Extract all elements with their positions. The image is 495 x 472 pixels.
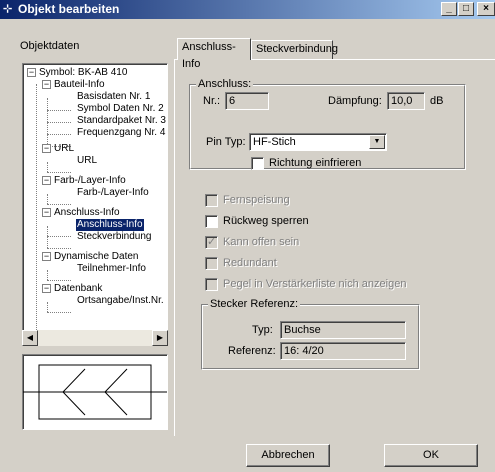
tab-steckverbindung[interactable]: Steckverbindung [251, 40, 338, 60]
scroll-left-button[interactable]: ◀ [22, 330, 38, 346]
tree-horizontal-scrollbar[interactable]: ◀ ▶ [22, 330, 168, 346]
tree-item-url[interactable]: URL [77, 155, 97, 167]
tab-panel: Anschluss: Nr.: 6 Dämpfung: 10,0 dB Pin … [174, 59, 495, 436]
referenz-field: 16: 4/20 [280, 342, 406, 360]
rueckweg-label: Rückweg sperren [223, 215, 309, 227]
tree-item-farb-layer-group[interactable]: Farb-/Layer-Info [54, 175, 126, 187]
tree-item-frequenzgang[interactable]: Frequenzgang Nr. 4 [77, 127, 165, 139]
tab-anschluss-info[interactable]: Anschluss-Info [177, 38, 251, 70]
nr-label: Nr.: [203, 95, 221, 107]
tree-item-farb-layer[interactable]: Farb-/Layer-Info [77, 187, 149, 199]
objektdaten-label: Objektdaten [20, 40, 80, 52]
pin-typ-label: Pin Typ: [206, 136, 246, 148]
redundant-label: Redundant [223, 257, 277, 269]
redundant-checkbox[interactable] [205, 257, 218, 270]
tree-item-datenbank[interactable]: Datenbank [54, 283, 102, 295]
fernspeisung-checkbox[interactable] [205, 194, 218, 207]
amplifier-symbol-icon [23, 364, 167, 420]
tree-item-url-group[interactable]: URL [54, 143, 74, 155]
app-icon: ⊹ [3, 3, 13, 15]
collapse-toggle[interactable]: − [42, 284, 51, 293]
tree-item-anschluss-info[interactable]: Anschluss-Info [76, 219, 144, 231]
referenz-label: Referenz: [228, 345, 276, 357]
anschluss-group-title: Anschluss: [196, 78, 254, 90]
collapse-toggle[interactable]: − [42, 80, 51, 89]
close-button[interactable]: × [477, 2, 495, 16]
tree-item-ortsangabe[interactable]: Ortsangabe/Inst.Nr. [77, 295, 164, 307]
tree-item-symbol[interactable]: Symbol: BK-AB 410 [39, 67, 127, 79]
daempfung-label: Dämpfung: [328, 95, 382, 107]
pin-typ-value: HF-Stich [253, 136, 296, 148]
pegel-checkbox[interactable] [205, 278, 218, 291]
tree-item-basisdaten[interactable]: Basisdaten Nr. 1 [77, 91, 150, 103]
typ-field: Buchse [280, 321, 406, 339]
tree-item-steckverbindung[interactable]: Steckverbindung [77, 231, 152, 243]
minimize-button[interactable]: _ [441, 2, 457, 16]
collapse-toggle[interactable]: − [42, 176, 51, 185]
tree-item-teilnehmer-info[interactable]: Teilnehmer-Info [77, 263, 146, 275]
richtung-checkbox[interactable] [251, 157, 264, 170]
richtung-label: Richtung einfrieren [269, 157, 362, 169]
stecker-referenz-title: Stecker Referenz: [208, 298, 301, 310]
collapse-toggle[interactable]: − [27, 68, 36, 77]
nr-field: 6 [225, 92, 269, 110]
ok-button[interactable]: OK [384, 444, 478, 467]
chevron-down-icon[interactable]: ▼ [369, 135, 385, 149]
tree-item-standardpaket[interactable]: Standardpaket Nr. 3 [77, 115, 166, 127]
collapse-toggle[interactable]: − [42, 208, 51, 217]
tree-item-symbol-daten[interactable]: Symbol Daten Nr. 2 [77, 103, 164, 115]
scroll-right-button[interactable]: ▶ [152, 330, 168, 346]
object-tree[interactable]: − Symbol: BK-AB 410 − Bauteil-Info Basis… [22, 63, 168, 345]
kann-offen-label: Kann offen sein [223, 236, 300, 248]
pegel-label: Pegel in Verstärkerliste nich anzeigen [223, 278, 407, 290]
daempfung-field: 10,0 [387, 92, 425, 110]
symbol-preview [22, 354, 168, 430]
kann-offen-checkbox[interactable]: ✓ [205, 236, 218, 249]
collapse-toggle[interactable]: − [42, 144, 51, 153]
cancel-button[interactable]: Abbrechen [246, 444, 330, 467]
window-title: Objekt bearbeiten [18, 2, 120, 16]
fernspeisung-label: Fernspeisung [223, 194, 290, 206]
check-mark-icon: ✓ [207, 236, 217, 248]
title-bar[interactable]: ⊹ Objekt bearbeiten _ □ × [0, 0, 495, 19]
tree-item-anschluss-group[interactable]: Anschluss-Info [54, 207, 120, 219]
pin-typ-select[interactable]: HF-Stich ▼ [249, 133, 387, 151]
maximize-button[interactable]: □ [458, 2, 474, 16]
typ-label: Typ: [252, 324, 273, 336]
tree-item-bauteil-info[interactable]: Bauteil-Info [54, 79, 105, 91]
rueckweg-checkbox[interactable] [205, 215, 218, 228]
collapse-toggle[interactable]: − [42, 252, 51, 261]
daempfung-unit: dB [430, 95, 444, 107]
tree-item-dynamische-daten[interactable]: Dynamische Daten [54, 251, 138, 263]
